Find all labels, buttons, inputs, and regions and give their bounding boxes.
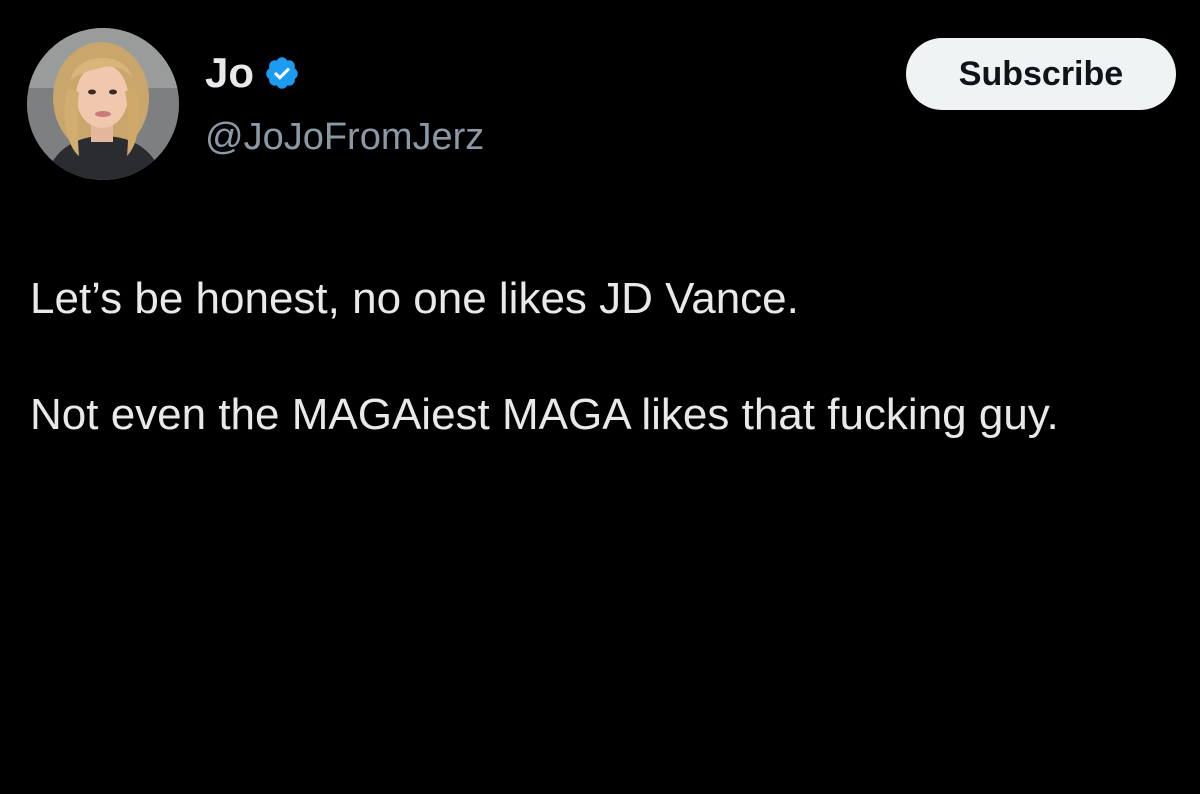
tweet-paragraph: Not even the MAGAiest MAGA likes that fu… [30,390,1059,439]
avatar-photo-icon [27,28,179,180]
display-name[interactable]: Jo [205,44,254,102]
verified-badge-icon[interactable] [264,55,300,91]
author-avatar[interactable] [27,28,179,180]
tweet-body: Let’s be honest, no one likes JD Vance. … [30,270,1150,444]
author-handle[interactable]: @JoJoFromJerz [205,112,484,162]
author-info: Jo @JoJoFromJerz [205,44,484,162]
name-row: Jo [205,44,484,102]
subscribe-button[interactable]: Subscribe [906,38,1176,110]
tweet-card: Jo @JoJoFromJerz Subscribe Let’s be hone… [0,0,1200,794]
tweet-paragraph: Let’s be honest, no one likes JD Vance. [30,274,799,323]
